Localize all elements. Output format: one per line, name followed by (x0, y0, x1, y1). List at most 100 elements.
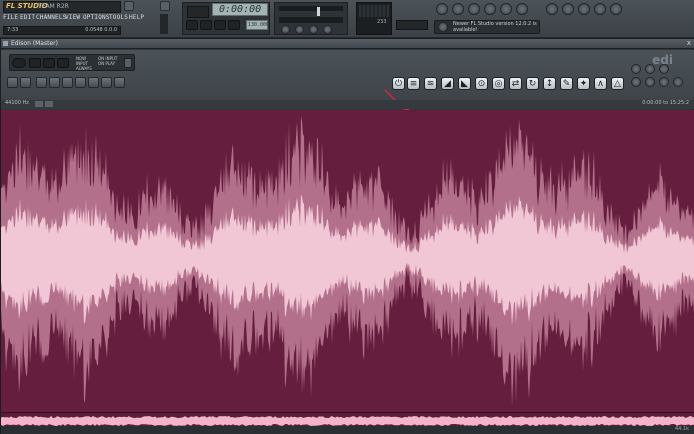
minimize-icon[interactable] (124, 1, 134, 11)
update-notice-text: Newer FL Studio version 12.0.2 is availa… (453, 21, 537, 33)
update-notice[interactable]: Newer FL Studio version 12.0.2 is availa… (434, 20, 540, 34)
record-options: NOW ON INPUT INPUT ON PLAY ALWAYS (72, 56, 130, 71)
rec-option-always[interactable]: ALWAYS (76, 66, 92, 71)
paste-icon[interactable] (62, 77, 73, 88)
stretch-icon[interactable]: ⇄ (509, 77, 522, 90)
master-pitch-slider[interactable] (279, 6, 343, 16)
mark-icon[interactable]: △ (611, 77, 624, 90)
plugin-picker-icon[interactable] (516, 3, 528, 15)
copy-icon[interactable] (49, 77, 60, 88)
step-edit-icon[interactable] (323, 25, 332, 34)
lock-icon[interactable] (88, 77, 99, 88)
mixer-icon[interactable] (484, 3, 496, 15)
window-icon[interactable] (160, 1, 170, 11)
open-file-icon[interactable] (7, 77, 18, 88)
wait-input-icon[interactable] (295, 25, 304, 34)
hint-right-text: 0.0548 0.0.0 (85, 27, 117, 33)
play-icon[interactable] (43, 58, 55, 68)
save-file-icon[interactable] (20, 77, 31, 88)
prev-icon[interactable] (29, 58, 41, 68)
drag-icon[interactable] (645, 77, 655, 87)
play-icon[interactable] (200, 20, 212, 30)
master-volume-slider[interactable] (160, 14, 168, 34)
record-icon[interactable] (228, 20, 240, 30)
menu-channels[interactable]: CHANNELS (36, 14, 67, 21)
loop-tool-icon[interactable]: ↻ (526, 77, 539, 90)
info-bar: 44100 Hz 0:00:00 to 15:25:2 (1, 100, 694, 109)
waveform-view[interactable] (1, 110, 694, 412)
fl-main-toolbar: FL STUDIO TEAM R2R FILE EDIT CHANNELS VI… (0, 0, 694, 38)
time-value: 0:00:00 (219, 4, 262, 15)
overview-shape (1, 416, 694, 426)
menu-view[interactable]: VIEW (65, 14, 80, 21)
edison-window: Edison (Master) x edi NOW ON INPUT INPUT… (0, 38, 694, 434)
send-to-playlist-icon[interactable] (631, 77, 641, 87)
status-bar: 44.1k (1, 426, 694, 434)
peak-meter (279, 17, 343, 23)
scroll-icon[interactable] (659, 64, 669, 74)
record-panel: NOW ON INPUT INPUT ON PLAY ALWAYS (9, 54, 135, 71)
menu-tools[interactable]: TOOLS (109, 14, 128, 21)
edison-toolbar: edi NOW ON INPUT INPUT ON PLAY ALWAYS ⏻ (1, 50, 694, 100)
undo-icon[interactable] (546, 3, 558, 15)
stop-icon[interactable] (57, 58, 69, 68)
menu-options[interactable]: OPTIONS (83, 14, 110, 21)
wand-icon[interactable]: ✦ (577, 77, 590, 90)
cut-icon[interactable] (36, 77, 47, 88)
window-menu-icon[interactable] (3, 41, 8, 46)
sample-rate: 44100 Hz (5, 100, 29, 106)
denoise-icon[interactable]: ⊙ (475, 77, 488, 90)
channel-rack-icon[interactable] (468, 3, 480, 15)
waveform (1, 116, 694, 406)
cpu-graph (359, 5, 389, 17)
metronome-icon[interactable] (281, 25, 290, 34)
normalize-icon[interactable]: ↕ (543, 77, 556, 90)
song-mode-switch[interactable] (187, 6, 209, 18)
help-icon[interactable] (610, 3, 622, 15)
format-icon[interactable] (35, 101, 43, 107)
countdown-icon[interactable] (309, 25, 318, 34)
render-icon[interactable] (578, 3, 590, 15)
project-info-icon[interactable] (594, 3, 606, 15)
eq-icon[interactable]: ≋ (424, 77, 437, 90)
time-display[interactable]: 0:00:00 (212, 3, 268, 16)
menu-edit[interactable]: EDIT (20, 14, 35, 21)
pencil-icon[interactable]: ✎ (560, 77, 573, 90)
stop-icon[interactable] (214, 20, 226, 30)
select-all-icon[interactable] (101, 77, 112, 88)
hint-bar: 7:33 0.0548 0.0.0 (3, 26, 121, 35)
output-selector[interactable] (396, 20, 428, 30)
playlist-icon[interactable] (436, 3, 448, 15)
close-icon[interactable]: x (687, 39, 691, 47)
spectral-icon[interactable]: ◣ (458, 77, 471, 90)
envelope-icon[interactable]: ∧ (594, 77, 607, 90)
piano-roll-icon[interactable] (452, 3, 464, 15)
snap-icon[interactable] (631, 64, 641, 74)
save-icon[interactable] (562, 3, 574, 15)
loop-icon[interactable] (12, 58, 26, 68)
browser-icon[interactable] (500, 3, 512, 15)
delete-icon[interactable] (75, 77, 86, 88)
edison-title: Edison (Master) (11, 40, 58, 47)
pat-song-icon[interactable] (186, 20, 198, 30)
channels-icon[interactable] (45, 101, 53, 107)
menu-file[interactable]: FILE (3, 14, 18, 21)
menu-help[interactable]: HELP (129, 14, 144, 21)
blur-icon[interactable]: ◎ (492, 77, 505, 90)
help-icon[interactable] (673, 77, 683, 87)
zoom-icon[interactable] (114, 77, 125, 88)
news-icon (438, 22, 448, 32)
selection-range: 0:00:00 to 15:25:2 (642, 100, 689, 106)
grid-icon[interactable] (645, 64, 655, 74)
rec-option-on-play[interactable]: ON PLAY (98, 61, 115, 66)
edison-titlebar[interactable]: Edison (Master) x (1, 39, 694, 49)
master-section (274, 2, 348, 35)
waveform-overview[interactable] (1, 412, 694, 426)
tempo-display[interactable]: 130.000 (246, 20, 270, 30)
tempo-value: 130.000 (248, 22, 270, 28)
settings-icon[interactable] (659, 77, 669, 87)
record-settings-icon[interactable] (124, 58, 132, 68)
slider-handle[interactable] (317, 7, 320, 16)
hint-left-text: 7:33 (7, 27, 19, 33)
reverb-icon[interactable]: ◢ (441, 77, 454, 90)
